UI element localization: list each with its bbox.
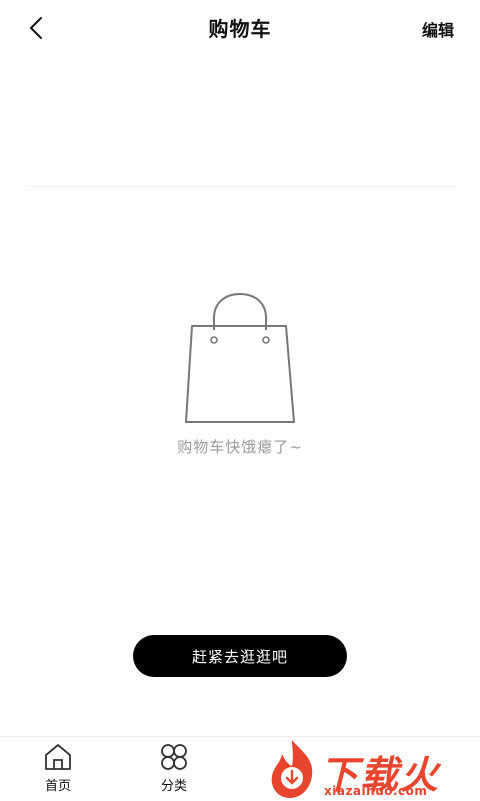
category-icon bbox=[161, 744, 187, 770]
shopping-bag-icon bbox=[184, 292, 300, 424]
tab-category-label: 分类 bbox=[160, 779, 187, 794]
go-shopping-button[interactable]: 赶紧去逛逛吧 bbox=[133, 635, 347, 677]
divider bbox=[28, 186, 456, 187]
page-title: 购物车 bbox=[208, 17, 272, 41]
tab-home-label: 首页 bbox=[44, 779, 71, 794]
header: 购物车 编辑 bbox=[0, 0, 480, 56]
tab-home[interactable]: 首页 bbox=[28, 743, 88, 799]
empty-cart-message: 购物车快饿瘪了~ bbox=[177, 438, 303, 456]
edit-button[interactable]: 编辑 bbox=[422, 17, 454, 41]
home-icon bbox=[45, 744, 71, 770]
tab-bar: 首页 分类 bbox=[0, 736, 480, 801]
tab-category[interactable]: 分类 bbox=[144, 743, 204, 799]
